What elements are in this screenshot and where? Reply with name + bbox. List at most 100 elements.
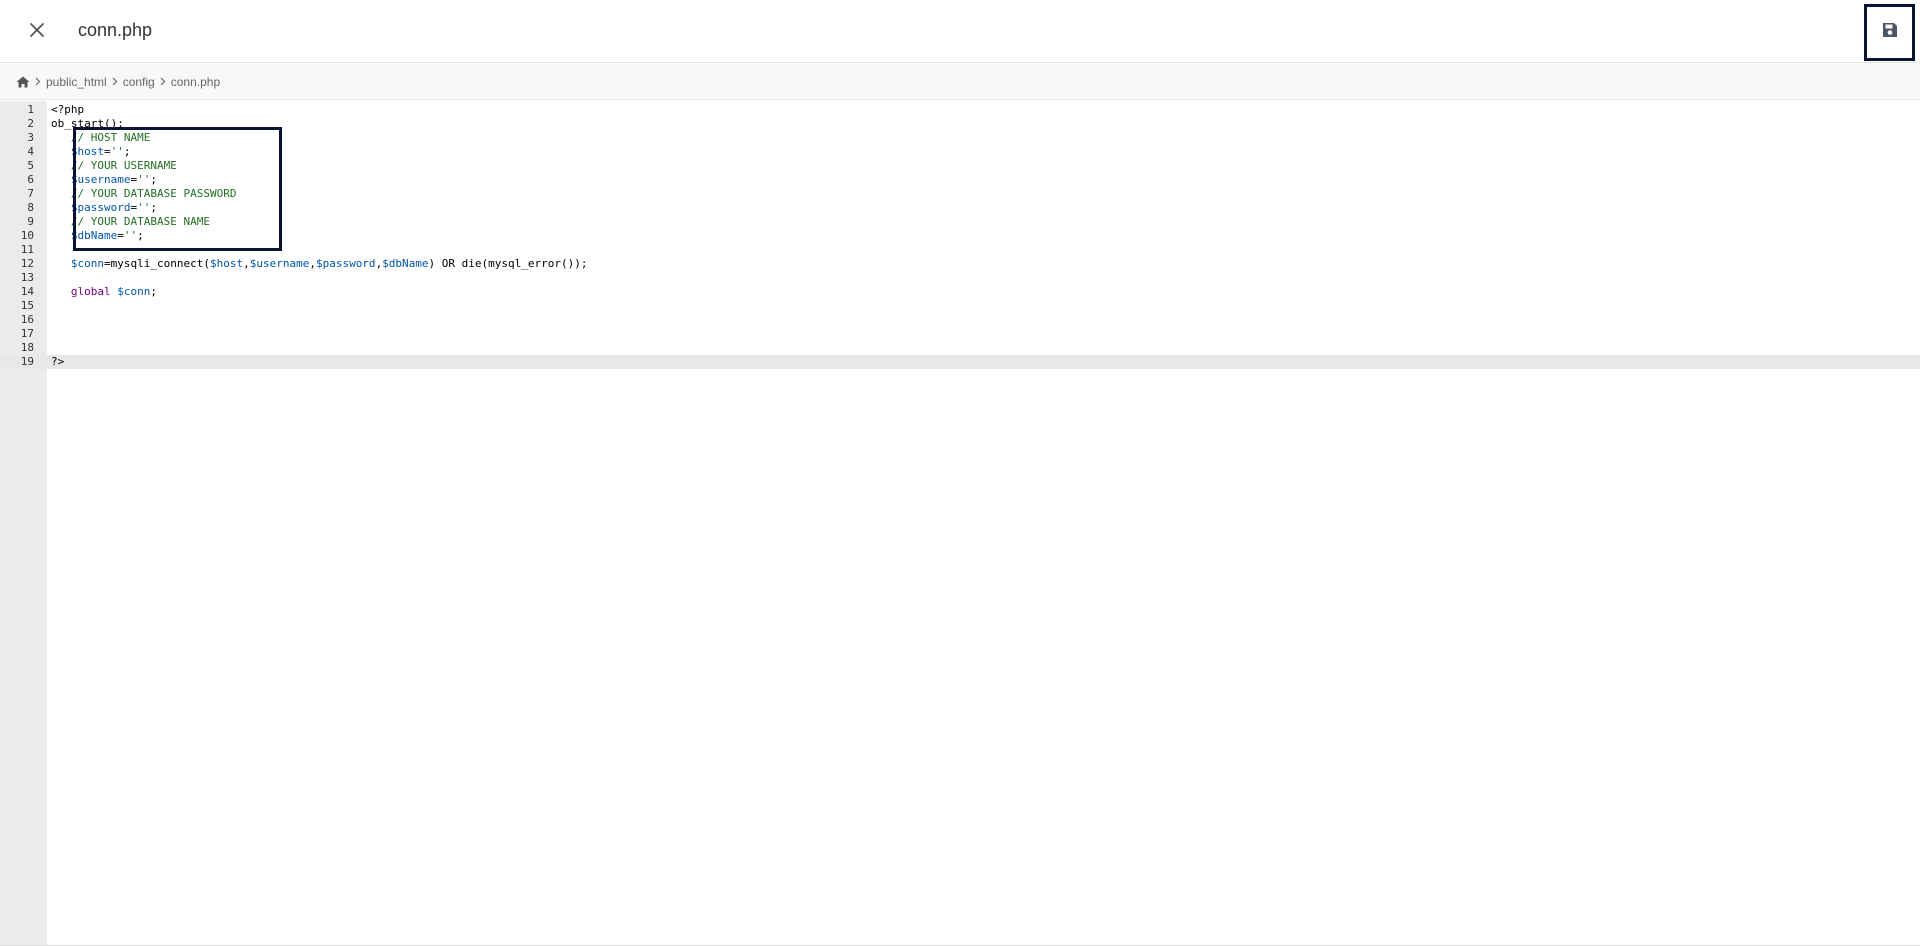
code-text: // YOUR DATABASE PASSWORD — [51, 187, 237, 201]
code-line[interactable]: 3 // HOST NAME — [0, 131, 1920, 145]
code-token: // YOUR USERNAME — [70, 159, 177, 172]
home-icon[interactable] — [16, 76, 30, 88]
code-line[interactable]: 12 $conn=mysqli_connect($host,$username,… — [0, 257, 1920, 271]
code-line[interactable]: 13 — [0, 271, 1920, 285]
line-number: 4 — [27, 145, 34, 158]
code-token: ; — [123, 145, 131, 158]
code-text: <?php — [51, 103, 84, 117]
code-token: ) OR die(mysql_error()); — [428, 257, 588, 270]
code-token: '' — [123, 229, 138, 242]
code-lines[interactable]: 1 <?php 2 ob_start(); 3 // HOST NAME 4 $host=… — [0, 103, 1920, 369]
code-line[interactable]: 18 — [0, 341, 1920, 355]
code-text: // YOUR USERNAME — [51, 159, 177, 173]
chevron-right-icon — [112, 77, 118, 86]
code-token: $password — [70, 201, 131, 214]
line-number: 19 — [20, 355, 34, 368]
save-button[interactable] — [1864, 4, 1915, 61]
breadcrumb-item-public-html[interactable]: public_html — [46, 75, 107, 89]
line-number: 7 — [27, 187, 34, 200]
code-token: $dbName — [382, 257, 429, 270]
line-number: 8 — [27, 201, 34, 214]
code-line[interactable]: 15 — [0, 299, 1920, 313]
code-text: ob_start(); — [51, 117, 124, 131]
code-line[interactable]: 11 — [0, 243, 1920, 257]
line-number: 13 — [20, 271, 34, 284]
code-token: '' — [137, 201, 151, 214]
line-number: 2 — [27, 117, 34, 130]
code-token: = — [104, 145, 111, 158]
code-token: ?> — [51, 355, 65, 368]
code-token: $conn — [70, 257, 104, 270]
code-line[interactable]: 6 $username=''; — [0, 173, 1920, 187]
line-number: 11 — [20, 243, 34, 256]
code-line[interactable]: 14 global $conn; — [0, 285, 1920, 299]
code-token: // YOUR DATABASE PASSWORD — [70, 187, 237, 200]
code-token: ; — [150, 201, 157, 214]
code-text: // HOST NAME — [51, 131, 150, 145]
code-line[interactable]: 19 ?> — [0, 355, 1920, 369]
code-text: $password=''; — [51, 201, 157, 215]
code-text: global $conn; — [51, 285, 157, 299]
code-line[interactable]: 2 ob_start(); — [0, 117, 1920, 131]
code-token: $host — [70, 145, 104, 158]
line-number: 10 — [20, 229, 34, 242]
line-number: 16 — [20, 313, 34, 326]
code-token: = — [117, 229, 124, 242]
line-number: 17 — [20, 327, 34, 340]
code-text: $host=''; — [51, 145, 131, 159]
line-number: 9 — [27, 215, 34, 228]
line-number: 5 — [27, 159, 34, 172]
code-line[interactable]: 4 $host=''; — [0, 145, 1920, 159]
code-token: ; — [150, 173, 157, 186]
code-token: , — [309, 257, 316, 270]
code-token: $host — [209, 257, 244, 270]
code-token: $conn — [117, 285, 151, 298]
code-text: // YOUR DATABASE NAME — [51, 215, 210, 229]
code-token: =mysqli_connect( — [104, 257, 210, 270]
line-number: 1 — [27, 103, 34, 116]
code-line[interactable]: 5 // YOUR USERNAME — [0, 159, 1920, 173]
code-line[interactable]: 10 $dbName=''; — [0, 229, 1920, 243]
line-number: 18 — [20, 341, 34, 354]
line-number: 14 — [20, 285, 34, 298]
code-token: $username — [249, 257, 310, 270]
code-token: // HOST NAME — [70, 131, 151, 144]
code-token: $dbName — [70, 229, 118, 242]
code-token: ; — [137, 229, 144, 242]
code-line[interactable]: 8 $password=''; — [0, 201, 1920, 215]
code-text: $dbName=''; — [51, 229, 144, 243]
code-token: global — [70, 285, 111, 298]
code-text: ?> — [51, 355, 64, 369]
line-number: 6 — [27, 173, 34, 186]
file-title: conn.php — [78, 20, 153, 40]
close-button[interactable] — [22, 19, 52, 45]
code-text: $username=''; — [51, 173, 157, 187]
code-line[interactable]: 16 — [0, 313, 1920, 327]
close-icon — [29, 22, 45, 43]
code-text: $conn=mysqli_connect($host,$username,$pa… — [51, 257, 588, 271]
code-editor[interactable]: 1 <?php 2 ob_start(); 3 // HOST NAME 4 $host=… — [0, 101, 1920, 946]
line-number: 3 — [27, 131, 34, 144]
code-token: $username — [70, 173, 131, 186]
breadcrumb-item-config[interactable]: config — [123, 75, 155, 89]
code-token: '' — [137, 173, 151, 186]
code-line[interactable]: 17 — [0, 327, 1920, 341]
code-line[interactable]: 1 <?php — [0, 103, 1920, 117]
code-token: ; — [150, 285, 157, 298]
code-line[interactable]: 9 // YOUR DATABASE NAME — [0, 215, 1920, 229]
code-line[interactable]: 7 // YOUR DATABASE PASSWORD — [0, 187, 1920, 201]
editor-header: conn.php — [0, 0, 1920, 63]
line-number: 15 — [20, 299, 34, 312]
save-icon — [1881, 21, 1899, 44]
line-number: 12 — [20, 257, 34, 270]
code-token: // YOUR DATABASE NAME — [70, 215, 210, 228]
code-token: '' — [110, 145, 124, 158]
